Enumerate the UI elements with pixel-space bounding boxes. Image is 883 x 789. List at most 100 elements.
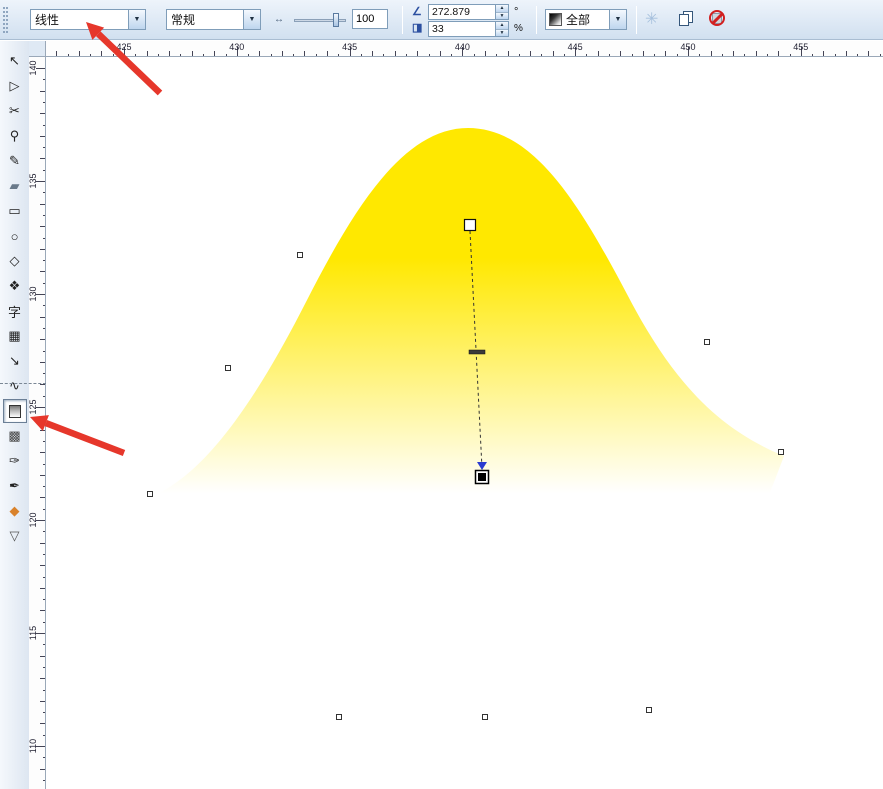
ruler-tick: [40, 339, 45, 341]
ruler-tick: [43, 463, 45, 465]
ruler-tick: [315, 54, 317, 56]
ruler-tick: [789, 54, 791, 56]
rectangle-tool[interactable]: ▭: [3, 199, 27, 223]
ruler-tick: [40, 90, 45, 92]
chevron-down-icon[interactable]: ▼: [609, 10, 626, 29]
ruler-tick: [40, 565, 45, 567]
gradient-angle-input[interactable]: 272.879 ▲ ▼: [428, 4, 509, 20]
ruler-origin-corner[interactable]: [29, 41, 46, 57]
connector-tool[interactable]: ∿: [3, 374, 27, 398]
edge-pad-unit-label: %: [514, 23, 523, 34]
toolbar-grip[interactable]: [3, 7, 8, 33]
midpoint-value-input[interactable]: [352, 9, 388, 29]
spinner-buttons[interactable]: ▲ ▼: [495, 22, 508, 36]
ruler-tick: [180, 54, 182, 56]
ruler-tick: [146, 51, 148, 56]
edge-pad-input[interactable]: 33 ▲ ▼: [428, 21, 509, 37]
fill-type-value: 线性: [35, 13, 60, 27]
angle-icon: ∠: [412, 6, 422, 18]
shape-tool[interactable]: ▷: [3, 74, 27, 98]
ruler-tick: [43, 486, 45, 488]
spin-up-icon[interactable]: ▲: [496, 22, 508, 30]
ruler-tick: [642, 51, 644, 56]
ruler-tick: [169, 51, 171, 56]
ruler-tick: [563, 54, 565, 56]
ruler-tick: [43, 531, 45, 533]
ruler-tick: [733, 51, 735, 56]
basic-shapes-tool[interactable]: ❖: [3, 274, 27, 298]
ruler-label: 430: [229, 42, 245, 52]
dimension-tool[interactable]: ↘: [3, 349, 27, 373]
eyedropper-tool[interactable]: ✑: [3, 449, 27, 473]
ruler-tick: [40, 452, 45, 454]
mesh-fill-tool[interactable]: ▩: [3, 424, 27, 448]
gradient-range-value: 全部: [566, 13, 591, 27]
table-tool[interactable]: ▦: [3, 324, 27, 348]
interactive-fill-tool[interactable]: [2, 399, 27, 423]
smart-fill-tool[interactable]: ▰: [3, 174, 27, 198]
midpoint-slider[interactable]: [294, 13, 346, 27]
ruler-tick: [43, 599, 45, 601]
ruler-tick: [383, 54, 385, 56]
ruler-tick: [56, 51, 58, 56]
horizontal-ruler[interactable]: 425 430 435 440 445 450 455: [46, 41, 883, 57]
ruler-tick: [40, 226, 45, 228]
zoom-tool[interactable]: ⚲: [3, 124, 27, 148]
ruler-label: 125: [28, 399, 38, 415]
ruler-tick: [112, 54, 114, 56]
spinner-buttons[interactable]: ▲ ▼: [495, 5, 508, 19]
ruler-tick: [304, 51, 306, 56]
angle-unit-label: °: [514, 6, 519, 18]
ruler-tick: [40, 113, 45, 115]
ruler-tick: [812, 54, 814, 56]
fill-style-dropdown[interactable]: 常规 ▼: [166, 9, 261, 30]
ruler-tick: [214, 51, 216, 56]
ruler-tick: [43, 124, 45, 126]
drawing-canvas[interactable]: [46, 57, 883, 789]
ruler-tick: [40, 678, 45, 680]
freehand-tool[interactable]: ✎: [3, 149, 27, 173]
ruler-tick: [78, 51, 80, 56]
spin-down-icon[interactable]: ▼: [496, 29, 508, 36]
crop-tool[interactable]: ✂: [3, 99, 27, 123]
ruler-label: 135: [28, 173, 38, 189]
transparency-tool[interactable]: ▽: [3, 524, 27, 548]
pick-tool[interactable]: ↖: [3, 49, 27, 73]
ruler-tick: [40, 700, 45, 702]
ruler-tick: [631, 54, 633, 56]
spin-down-icon[interactable]: ▼: [496, 12, 508, 19]
ellipse-tool[interactable]: ○: [3, 224, 27, 248]
toolbox: ↖ ▷ ✂ ⚲ ✎ ▰ ▭ ○ ◇ ❖ 字 ▦ ↘ ∿ ▩ ✑ ✒ ◆ ▽: [0, 41, 29, 789]
chevron-down-icon[interactable]: ▼: [243, 10, 260, 29]
ruler-tick: [191, 51, 193, 56]
ruler-label: 115: [28, 625, 38, 641]
copy-fill-properties-icon[interactable]: [678, 10, 696, 28]
fill-type-dropdown[interactable]: 线性 ▼: [30, 9, 146, 30]
ruler-tick: [857, 54, 859, 56]
polygon-tool[interactable]: ◇: [3, 249, 27, 273]
gradient-range-dropdown[interactable]: 全部 ▼: [545, 9, 627, 30]
vertical-ruler[interactable]: 140 135 130 125 120 115 110: [28, 57, 46, 789]
ruler-tick: [43, 689, 45, 691]
no-fill-icon[interactable]: [708, 9, 727, 28]
ruler-tick: [90, 54, 92, 56]
toolbar-separator: [402, 6, 403, 34]
snowflake-icon[interactable]: ✳: [645, 9, 658, 29]
ruler-tick: [43, 757, 45, 759]
ruler-tick: [40, 203, 45, 205]
spin-up-icon[interactable]: ▲: [496, 5, 508, 13]
text-tool[interactable]: 字: [3, 299, 27, 323]
ruler-tick: [43, 214, 45, 216]
ruler-tick: [451, 54, 453, 56]
page-front-icon: [679, 14, 689, 26]
ruler-tick: [101, 51, 103, 56]
ruler-tick: [43, 734, 45, 736]
ruler-label: 130: [28, 286, 38, 302]
slider-thumb[interactable]: [333, 13, 339, 27]
ruler-tick: [43, 440, 45, 442]
chevron-down-icon[interactable]: ▼: [128, 10, 145, 29]
ruler-tick: [868, 51, 870, 56]
fill-tool[interactable]: ◆: [3, 499, 27, 523]
outline-pen-tool[interactable]: ✒: [3, 474, 27, 498]
ruler-tick: [40, 723, 45, 725]
